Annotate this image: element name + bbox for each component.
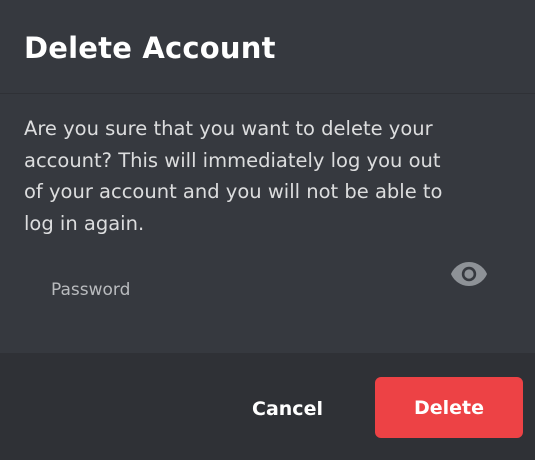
delete-button[interactable]: Delete bbox=[375, 377, 523, 438]
delete-account-dialog: Delete Account Are you sure that you wan… bbox=[0, 0, 535, 460]
dialog-title: Delete Account bbox=[24, 31, 276, 65]
cancel-button[interactable]: Cancel bbox=[240, 383, 335, 435]
dialog-footer: Cancel Delete bbox=[0, 353, 535, 460]
dialog-body: Are you sure that you want to delete you… bbox=[0, 95, 535, 353]
dialog-header: Delete Account bbox=[0, 0, 535, 94]
password-input[interactable] bbox=[24, 245, 511, 325]
password-field bbox=[24, 245, 511, 325]
eye-icon[interactable] bbox=[450, 261, 488, 287]
dialog-description: Are you sure that you want to delete you… bbox=[24, 117, 443, 235]
